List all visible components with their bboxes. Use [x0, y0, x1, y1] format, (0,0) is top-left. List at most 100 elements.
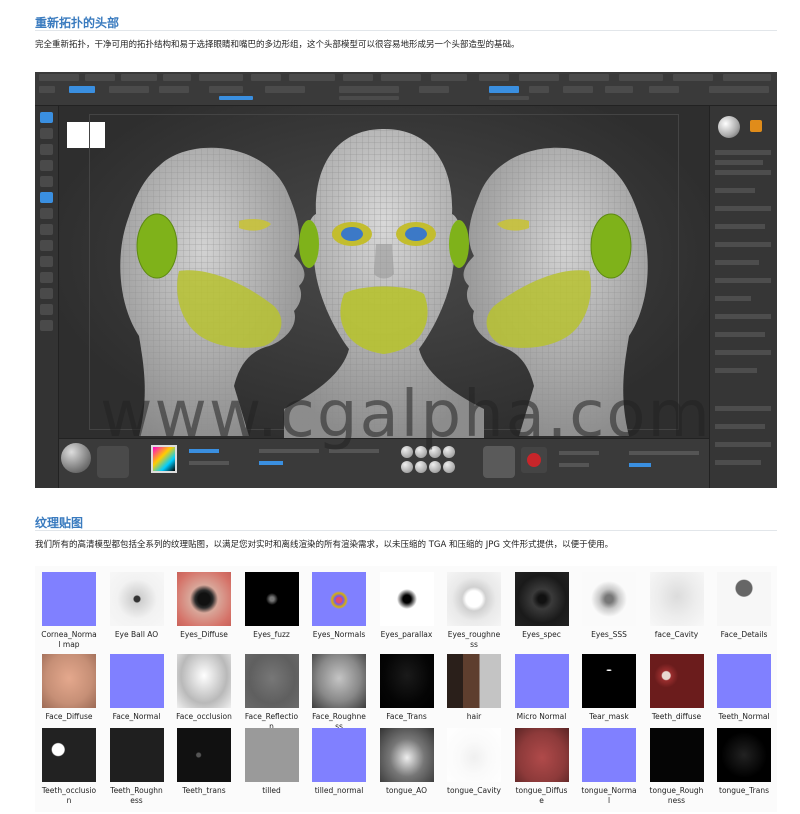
texture-thumbnail	[649, 572, 704, 626]
texture-thumbnail	[42, 572, 96, 626]
texture-thumbnail	[109, 728, 164, 782]
texture-label: Face_Diffuse	[45, 712, 93, 721]
material-swatch	[750, 120, 762, 132]
texture-thumbnail	[109, 572, 164, 626]
slider-row	[39, 96, 773, 105]
texture-label: Teeth_trans	[182, 786, 226, 795]
texture-label: tongue_Cavity	[447, 786, 501, 795]
texture-tile[interactable]: Eyes_Diffuse	[176, 572, 232, 640]
texture-label: Eyes_fuzz	[253, 630, 290, 639]
texture-tile[interactable]: Tear_mask	[581, 654, 637, 722]
texture-label: face_Cavity	[654, 630, 699, 639]
texture-thumbnail	[514, 728, 569, 782]
texture-thumbnail	[514, 572, 569, 626]
texture-thumbnail	[109, 654, 164, 708]
texture-tile[interactable]: Teeth_diffuse	[649, 654, 705, 722]
texture-tile[interactable]: Eyes_SSS	[581, 572, 637, 640]
texture-thumbnail	[447, 572, 501, 626]
texture-tile[interactable]: Eyes_roughness	[446, 572, 502, 650]
texture-tile[interactable]: Face_Reflection	[244, 654, 300, 732]
texture-thumbnail	[582, 728, 636, 782]
texture-tile[interactable]: hair	[446, 654, 502, 722]
section-description-textures: 我们所有的高清模型都包括全系列的纹理贴图，以满足您对实时和离线渲染的所有渲染需求…	[35, 540, 614, 550]
texture-tile[interactable]: Eyes_spec	[514, 572, 570, 640]
texture-label: Teeth_occlusion	[41, 786, 97, 805]
texture-label: Face_Details	[720, 630, 768, 639]
texture-tile[interactable]: tongue_Normal	[581, 728, 637, 806]
section-divider	[35, 30, 777, 31]
texture-label: Teeth_Normal	[718, 712, 770, 721]
texture-tile[interactable]: Teeth_trans	[176, 728, 232, 796]
section-description-retopo: 完全重新拓扑，干净可用的拓扑结构和易于选择眼睛和嘴巴的多边形组，这个头部模型可以…	[35, 40, 520, 50]
texture-tile[interactable]: Eyes_parallax	[379, 572, 435, 640]
texture-tile[interactable]: Teeth_Roughness	[109, 728, 165, 806]
texture-tile[interactable]: Face_Details	[716, 572, 772, 640]
texture-tile[interactable]: Face_Trans	[379, 654, 435, 722]
texture-tile[interactable]: Eye Ball AO	[109, 572, 165, 640]
texture-tile[interactable]: tilled	[244, 728, 300, 796]
texture-thumbnail	[447, 728, 501, 782]
texture-label: tongue_Trans	[719, 786, 769, 795]
texture-label: Face_occlusion	[176, 712, 232, 721]
texture-thumbnail	[717, 728, 771, 782]
texture-label: Teeth_diffuse	[651, 712, 702, 721]
texture-tile[interactable]: Micro Normal	[514, 654, 570, 722]
texture-tile[interactable]: Eyes_Normals	[311, 572, 367, 640]
texture-thumbnail	[649, 654, 704, 708]
texture-grid: Cornea_Normal map Eye Ball AO Eyes_Diffuse…	[35, 566, 777, 812]
texture-label: tilled	[262, 786, 281, 795]
material-sphere	[718, 116, 740, 138]
texture-tile[interactable]: Eyes_fuzz	[244, 572, 300, 640]
texture-thumbnail	[514, 654, 569, 708]
texture-label: Face_Trans	[386, 712, 427, 721]
texture-label: Eyes_Normals	[312, 630, 366, 639]
texture-label: tongue_Diffuse	[515, 786, 568, 805]
texture-thumbnail	[717, 654, 771, 708]
texture-label: tongue_AO	[385, 786, 428, 795]
texture-label: hair	[466, 712, 482, 721]
texture-thumbnail	[447, 654, 501, 708]
texture-thumbnail	[312, 654, 366, 708]
texture-thumbnail	[244, 572, 299, 626]
texture-thumbnail	[312, 572, 366, 626]
texture-tile[interactable]: Face_Roughness	[311, 654, 367, 732]
tool-row	[39, 86, 773, 95]
texture-label: Eyes_parallax	[380, 630, 433, 639]
texture-thumbnail	[244, 654, 299, 708]
menu-row	[39, 74, 773, 83]
texture-tile[interactable]: tongue_Roughness	[649, 728, 705, 806]
texture-tile[interactable]: tilled_normal	[311, 728, 367, 796]
texture-thumbnail	[379, 654, 434, 708]
texture-label: tongue_Roughness	[649, 786, 704, 805]
texture-label: tilled_normal	[314, 786, 364, 795]
texture-label: Teeth_Roughness	[110, 786, 163, 805]
texture-label: Face_Normal	[112, 712, 161, 721]
texture-tile[interactable]: tongue_Trans	[716, 728, 772, 796]
texture-thumbnail	[717, 572, 771, 626]
texture-tile[interactable]: Face_Normal	[109, 654, 165, 722]
texture-label: Cornea_Normal map	[41, 630, 97, 649]
section-title-retopo: 重新拓扑的头部	[35, 16, 120, 30]
texture-tile[interactable]: tongue_Cavity	[446, 728, 502, 796]
texture-label: Micro Normal	[516, 712, 567, 721]
texture-thumbnail	[312, 728, 366, 782]
section-divider-2	[35, 530, 777, 531]
texture-thumbnail	[177, 654, 231, 708]
texture-label: Tear_mask	[589, 712, 629, 721]
texture-tile[interactable]: Teeth_Normal	[716, 654, 772, 722]
texture-tile[interactable]: Face_Diffuse	[41, 654, 97, 722]
texture-thumbnail	[582, 572, 636, 626]
texture-label: Eyes_roughness	[447, 630, 501, 649]
texture-tile[interactable]: Face_occlusion	[176, 654, 232, 722]
texture-tile[interactable]: Cornea_Normal map	[41, 572, 97, 650]
texture-thumbnail	[379, 728, 434, 782]
section-title-textures: 纹理贴图	[35, 516, 84, 530]
texture-tile[interactable]: tongue_Diffuse	[514, 728, 570, 806]
texture-thumbnail	[42, 728, 96, 782]
texture-tile[interactable]: face_Cavity	[649, 572, 705, 640]
texture-tile[interactable]: Teeth_occlusion	[41, 728, 97, 806]
texture-tile[interactable]: tongue_AO	[379, 728, 435, 796]
texture-label: tongue_Normal	[581, 786, 637, 805]
watermark-text: www.cgalpha.com	[100, 378, 712, 452]
texture-thumbnail	[42, 654, 96, 708]
